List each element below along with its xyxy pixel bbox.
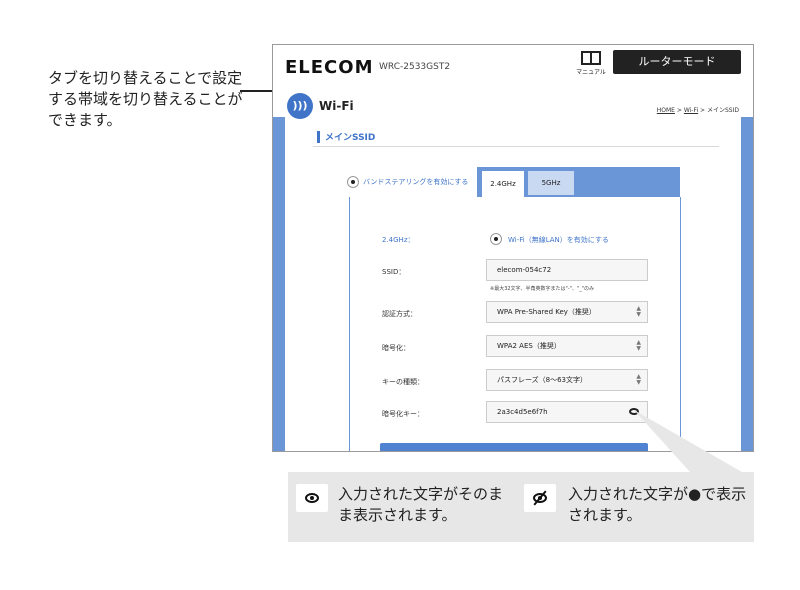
breadcrumb-home[interactable]: HOME (657, 107, 675, 114)
book-icon (581, 51, 601, 65)
tab-2-4ghz[interactable]: 2.4GHz (482, 171, 524, 197)
legend-box: 入力された文字がそのまま表示されます。 入力された文字が●で表示されます。 (288, 472, 754, 542)
band-steering-label: バンドステアリングを有効にする (363, 178, 469, 186)
key-input[interactable]: 2a3c4d5e6f7h (486, 401, 648, 423)
panel-header: バンドステアリングを有効にする 2.4GHz 5GHz (335, 167, 680, 197)
section-header: メインSSID (313, 127, 719, 147)
router-settings-screen: ELECOM WRC-2533GST2 マニュアル ルーターモード ))) Wi… (272, 44, 754, 452)
wifi-enable-radio[interactable] (490, 233, 502, 245)
manual-link[interactable]: マニュアル (573, 51, 609, 76)
wifi-enable-label: Wi-Fi（無線LAN）を有効にする (508, 236, 609, 244)
breadcrumb-current: メインSSID (706, 107, 739, 114)
encryption-select[interactable]: WPA2 AES（推奨） ▲ ▼ (486, 335, 648, 357)
model-name: WRC-2533GST2 (379, 62, 451, 72)
manual-label: マニュアル (576, 69, 606, 76)
auth-label: 認証方式： (382, 310, 417, 318)
select-arrows-icon: ▲ ▼ (636, 339, 641, 352)
key-label: 暗号化キー： (382, 410, 424, 418)
select-arrows-icon: ▲ ▼ (636, 373, 641, 386)
breadcrumb-wifi[interactable]: Wi-Fi (684, 107, 698, 114)
tab-5ghz[interactable]: 5GHz (528, 171, 574, 195)
auth-select[interactable]: WPA Pre-Shared Key（推奨） ▲ ▼ (486, 301, 648, 323)
legend-hidden-text: 入力された文字が●で表示されます。 (568, 485, 747, 524)
top-bar: ELECOM WRC-2533GST2 マニュアル ルーターモード (273, 45, 753, 87)
breadcrumb-separator: > (674, 107, 684, 114)
page-title: Wi-Fi (319, 99, 354, 113)
router-mode-button[interactable]: ルーターモード (613, 50, 741, 74)
breadcrumb-separator: > (698, 107, 707, 114)
ssid-input[interactable]: elecom-054c72 (486, 259, 648, 281)
save-bar[interactable] (380, 443, 648, 451)
select-arrows-icon: ▲ ▼ (636, 305, 641, 318)
band-steering-radio[interactable] (347, 176, 359, 188)
key-value: 2a3c4d5e6f7h (497, 408, 548, 416)
eye-shape (305, 493, 319, 503)
ssid-hint: ※最大32文字、半角英数字または"-"、"_"のみ (490, 286, 595, 292)
encryption-value: WPA2 AES（推奨） (497, 342, 561, 350)
ssid-value: elecom-054c72 (497, 266, 552, 274)
breadcrumb: HOME > Wi-Fi > メインSSID (657, 105, 739, 114)
legend-shown-text: 入力された文字がそのまま表示されます。 (338, 485, 504, 524)
eye-icon (296, 484, 328, 512)
brand-logo: ELECOM (285, 57, 374, 78)
band-label: 2.4GHz： (382, 236, 415, 244)
key-type-value: パスフレーズ（8〜63文字） (497, 376, 588, 384)
section-title: メインSSID (325, 133, 376, 143)
auth-value: WPA Pre-Shared Key（推奨） (497, 308, 596, 316)
wifi-icon: ))) (287, 93, 313, 119)
ssid-label: SSID： (382, 268, 406, 276)
key-type-select[interactable]: パスフレーズ（8〜63文字） ▲ ▼ (486, 369, 648, 391)
frame-left (273, 117, 285, 451)
encryption-label: 暗号化： (382, 344, 410, 352)
settings-panel: 2.4GHz： Wi-Fi（無線LAN）を有効にする SSID： elecom-… (349, 197, 681, 451)
frame-right (741, 117, 753, 451)
tab-callout-text: タブを切り替えることで設定する帯域を切り替えることができます。 (48, 69, 243, 129)
eye-off-icon (524, 484, 556, 512)
section-marker (317, 131, 320, 143)
eye-icon[interactable] (629, 408, 639, 415)
key-type-label: キーの種類： (382, 378, 424, 386)
